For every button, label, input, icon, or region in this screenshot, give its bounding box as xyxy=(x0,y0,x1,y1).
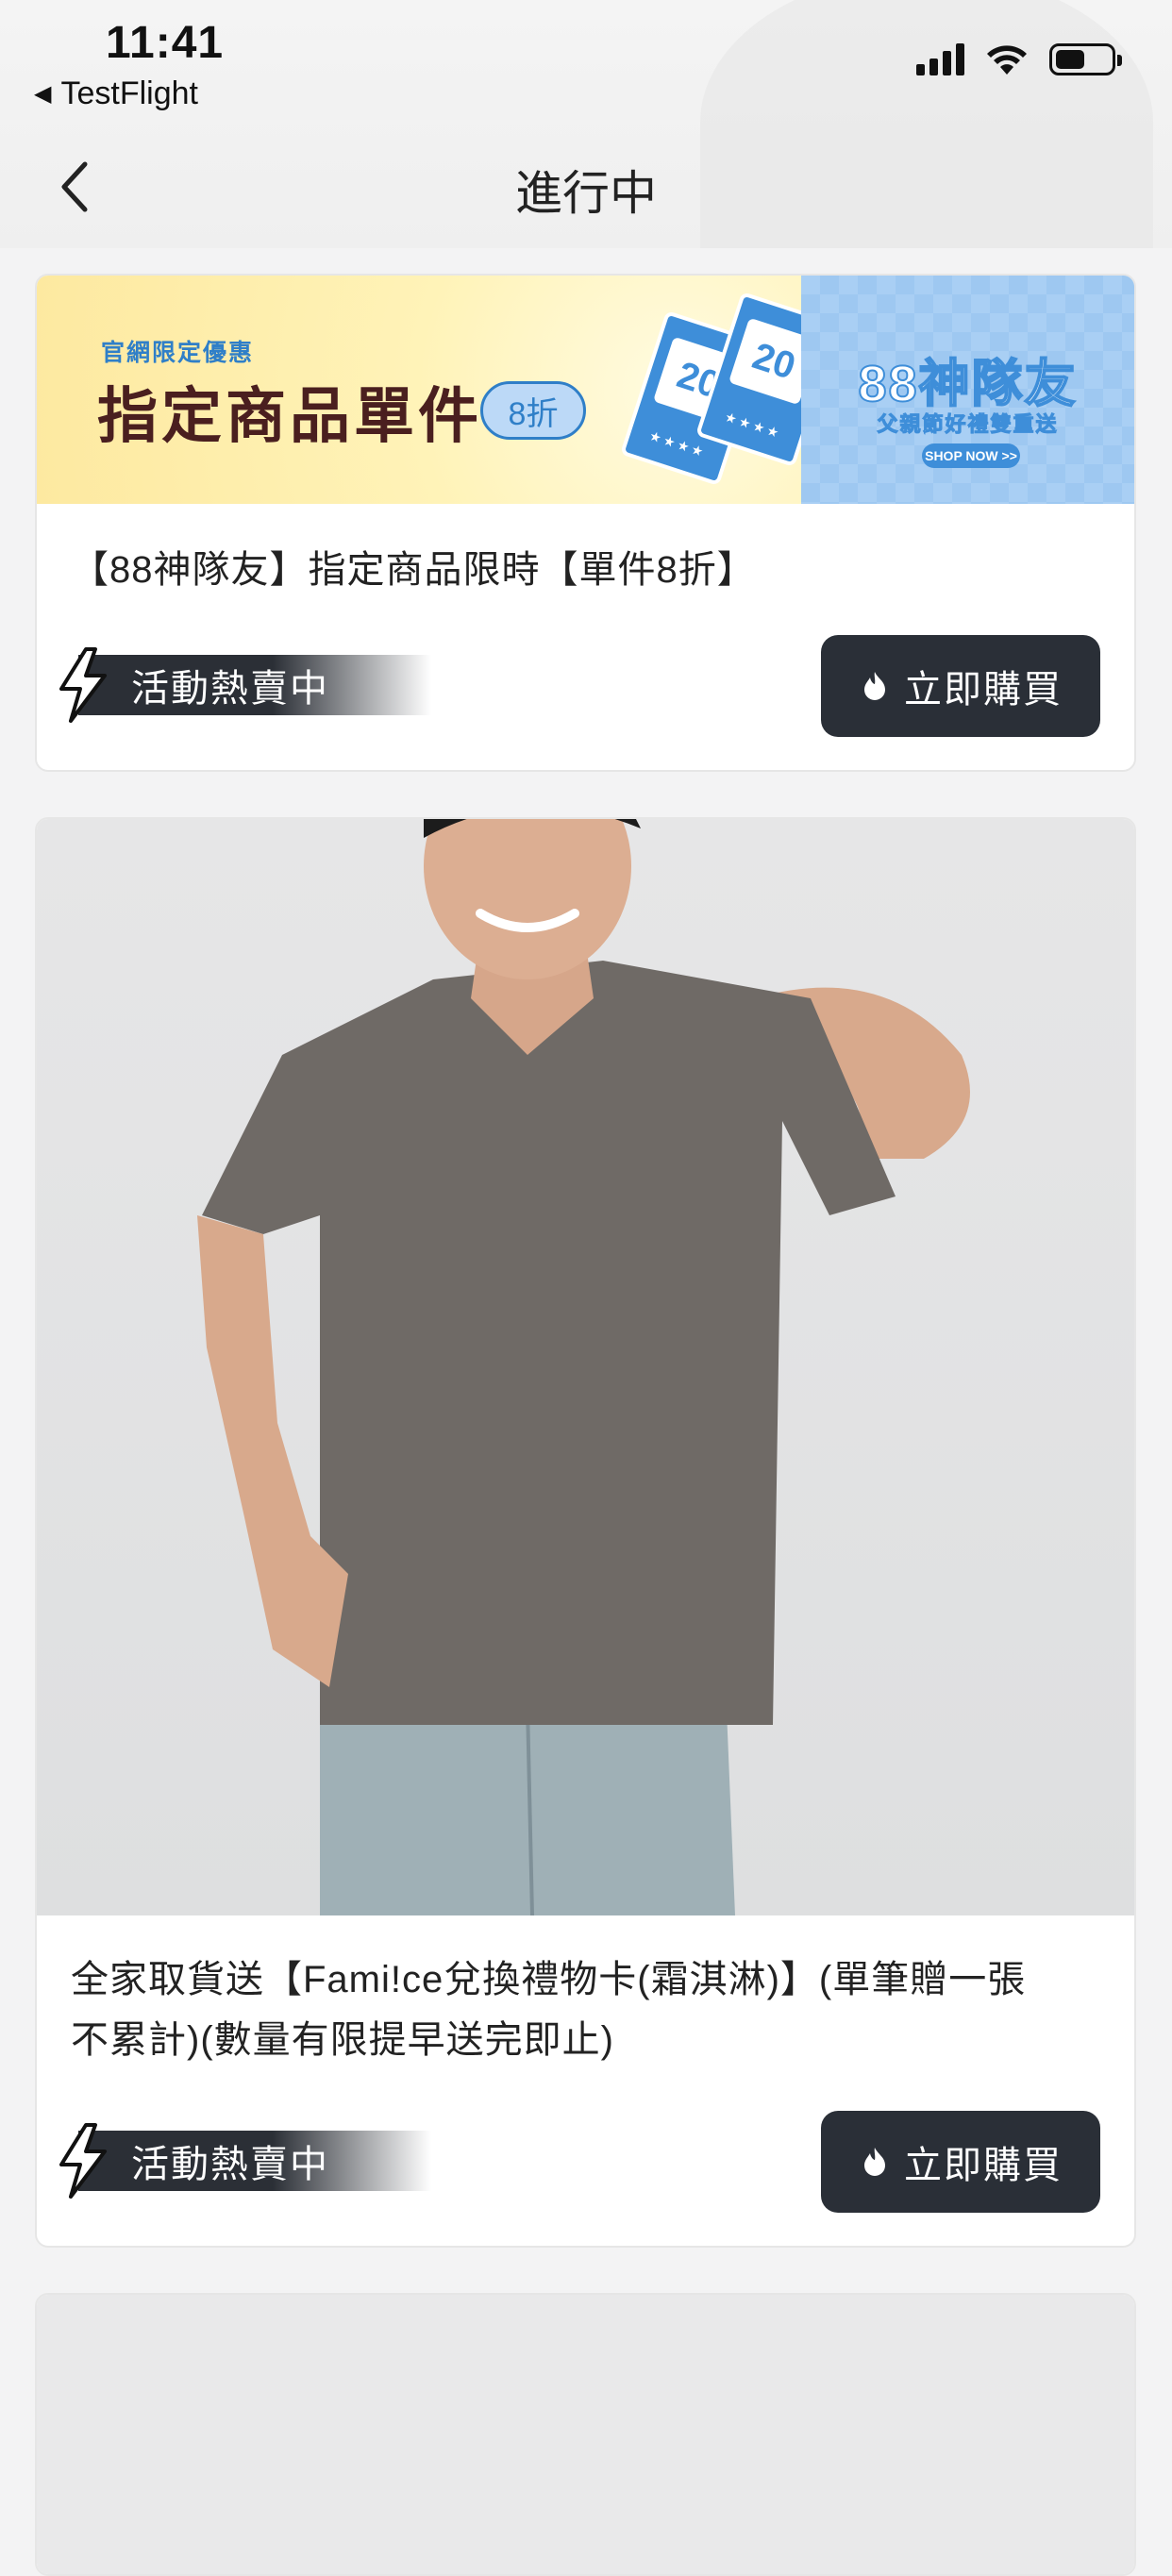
banner-right-title: 88神隊友 xyxy=(857,355,1078,413)
product-card[interactable] xyxy=(35,2293,1136,2576)
cellular-signal-icon xyxy=(916,43,964,75)
back-to-app-link[interactable]: ◀ TestFlight xyxy=(34,75,198,112)
ticket-number: 20 xyxy=(747,335,801,388)
banner-left-panel: 官網限定優惠 指定商品單件 8折 20 ★★★★ 20 ★★★★ xyxy=(37,276,801,504)
buy-now-button[interactable]: 立即購買 xyxy=(821,2111,1100,2213)
flame-icon xyxy=(864,672,885,700)
wifi-icon xyxy=(985,42,1029,76)
hot-sale-badge: 活動熱賣中 xyxy=(54,2123,431,2199)
banner-right-subtitle: 父親節好禮雙重送 xyxy=(877,412,1059,437)
back-triangle-icon: ◀ xyxy=(34,81,52,107)
card-title-line1: 全家取貨送【Fami!ce兌換禮物卡(霜淇淋)】(單筆贈一張 xyxy=(71,1959,1027,2000)
buy-now-label: 立即購買 xyxy=(904,2145,1063,2186)
card-title: 全家取貨送【Fami!ce兌換禮物卡(霜淇淋)】(單筆贈一張 不累計)(數量有限… xyxy=(71,1949,1100,2070)
model-tshirt-image xyxy=(197,819,970,1915)
top-bar: 11:41 ◀ TestFlight 進行中 xyxy=(0,0,1172,248)
banner-shop-now: SHOP NOW >> xyxy=(922,443,1020,468)
product-card[interactable]: 全家取貨送【Fami!ce兌換禮物卡(霜淇淋)】(單筆贈一張 不累計)(數量有限… xyxy=(35,817,1136,2248)
promo-banner[interactable]: 官網限定優惠 指定商品單件 8折 20 ★★★★ 20 ★★★★ 88神隊友 父… xyxy=(37,276,1134,504)
promo-card[interactable]: 官網限定優惠 指定商品單件 8折 20 ★★★★ 20 ★★★★ 88神隊友 父… xyxy=(35,274,1136,772)
lightning-icon xyxy=(59,2123,107,2199)
battery-icon xyxy=(1049,43,1122,75)
banner-small-text: 官網限定優惠 xyxy=(101,340,255,366)
banner-right-panel: 88神隊友 父親節好禮雙重送 SHOP NOW >> xyxy=(801,276,1134,504)
hot-sale-label: 活動熱賣中 xyxy=(131,668,329,710)
buy-now-button[interactable]: 立即購買 xyxy=(821,635,1100,737)
card-title: 【88神隊友】指定商品限時【單件8折】 xyxy=(71,549,756,591)
banner-big-text: 指定商品單件 xyxy=(97,382,482,450)
hot-sale-badge: 活動熱賣中 xyxy=(54,647,431,723)
card-title-line2: 不累計)(數量有限提早送完即止) xyxy=(71,2019,614,2061)
status-time: 11:41 xyxy=(106,18,225,68)
product-photo[interactable] xyxy=(37,2295,1134,2574)
buy-now-label: 立即購買 xyxy=(904,669,1063,711)
banner-discount-pill: 8折 xyxy=(480,381,586,440)
product-photo[interactable] xyxy=(37,819,1134,1915)
status-icons xyxy=(916,42,1122,76)
hot-sale-label: 活動熱賣中 xyxy=(131,2144,329,2185)
lightning-icon xyxy=(59,647,107,723)
flame-icon xyxy=(864,2148,885,2176)
page-title: 進行中 xyxy=(515,167,657,220)
back-app-label: TestFlight xyxy=(60,75,198,111)
